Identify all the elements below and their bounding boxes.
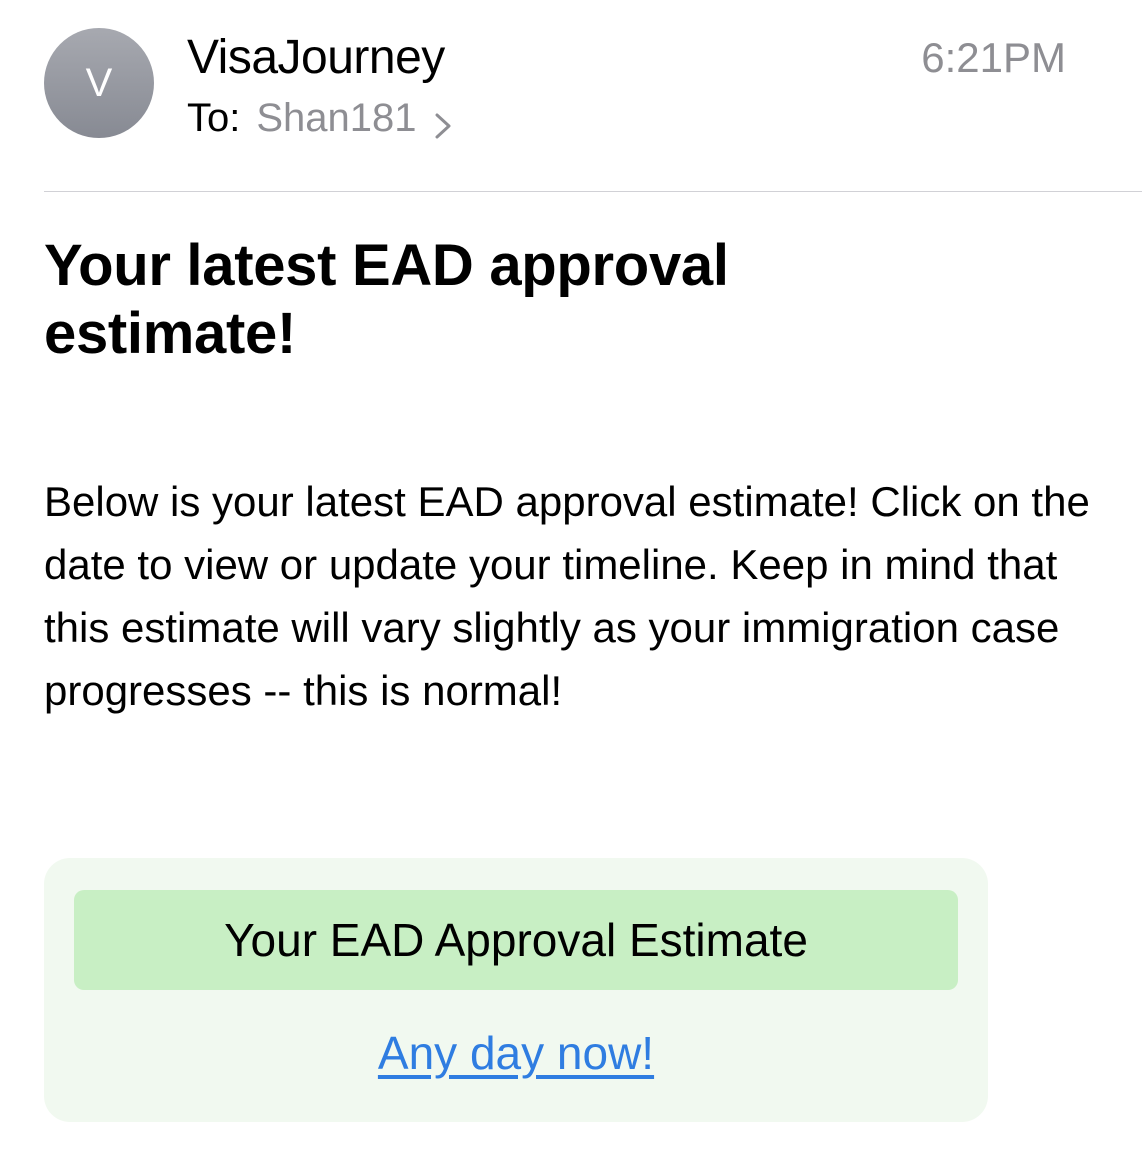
estimate-heading: Your EAD Approval Estimate <box>74 890 958 990</box>
header-divider <box>44 191 1142 192</box>
sender-name[interactable]: VisaJourney <box>187 30 445 86</box>
recipient-row[interactable]: To: Shan181 <box>187 93 455 143</box>
email-header: V VisaJourney To: Shan181 6:21PM <box>0 0 1142 192</box>
estimate-date-link[interactable]: Any day now! <box>44 1026 988 1080</box>
sender-avatar[interactable]: V <box>44 28 154 138</box>
chevron-right-icon[interactable] <box>431 103 455 139</box>
estimate-card: Your EAD Approval Estimate Any day now! <box>44 858 988 1122</box>
to-label: To: <box>187 96 241 140</box>
recipient-name[interactable]: Shan181 <box>256 93 416 143</box>
email-subject: Your latest EAD approval estimate! <box>44 233 729 366</box>
avatar-initial: V <box>85 60 113 105</box>
email-body: Below is your latest EAD approval estima… <box>44 478 1090 714</box>
received-time: 6:21PM <box>921 34 1066 81</box>
